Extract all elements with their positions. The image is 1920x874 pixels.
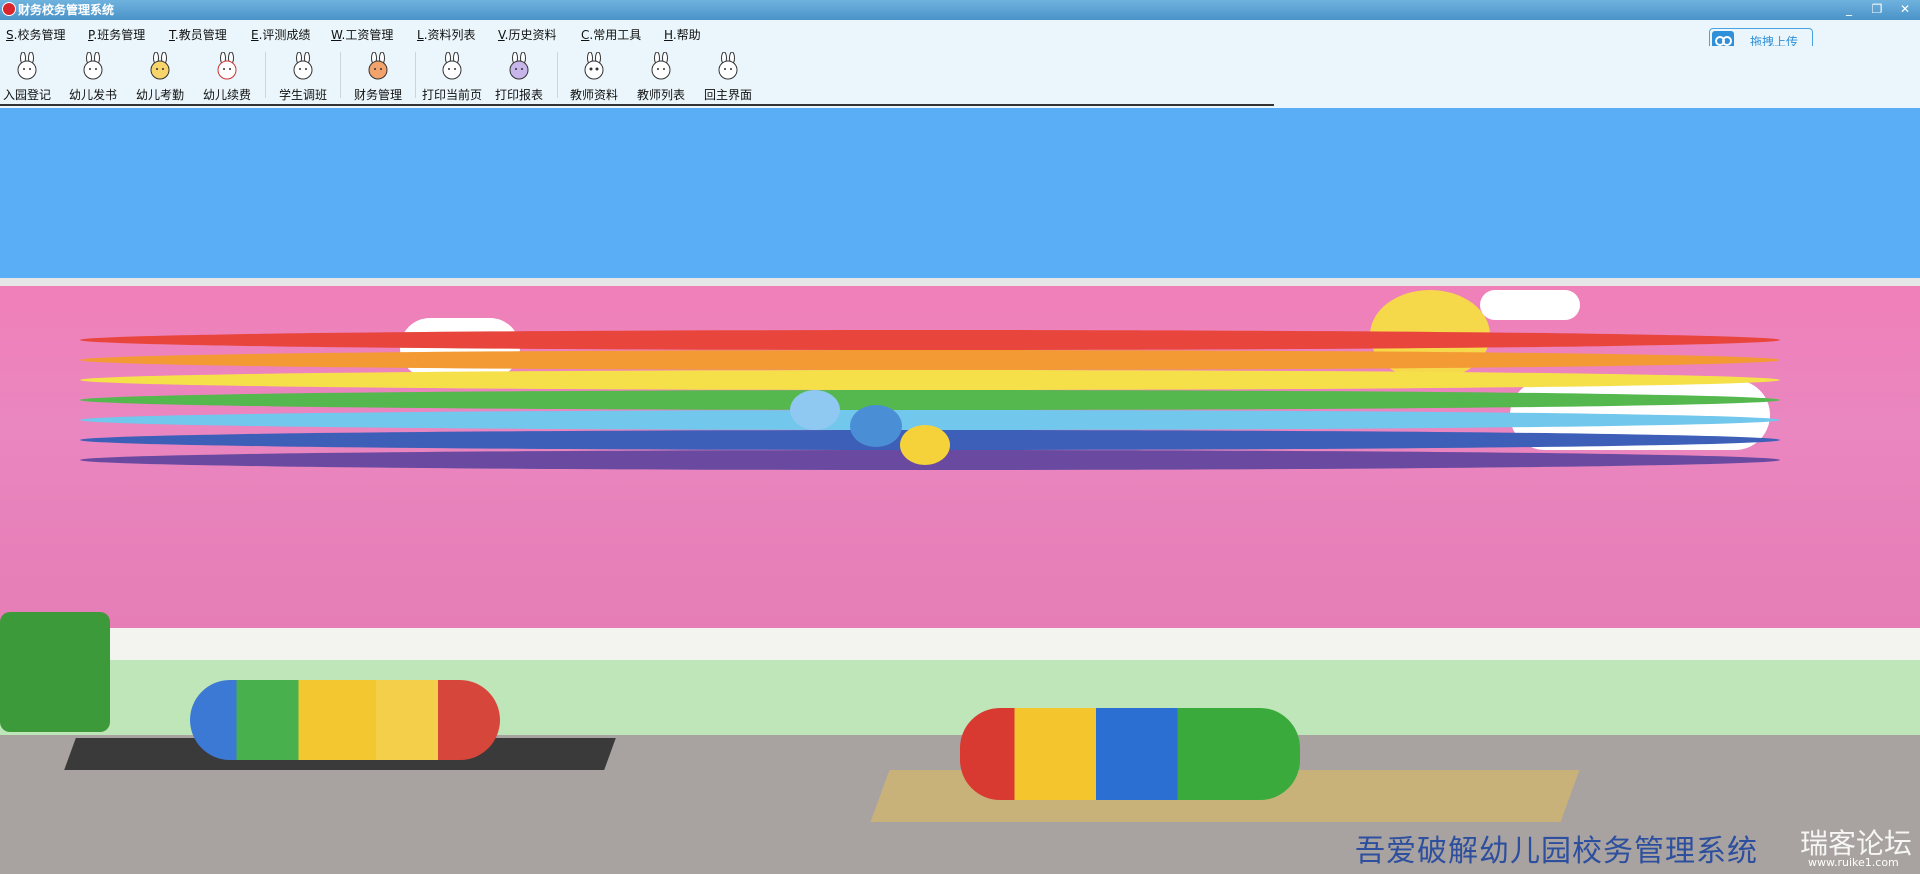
menu-bar: S.校务管理 P.班务管理 T.教员管理 E.评测成绩 W.工资管理 L.资料列… (0, 20, 1920, 46)
tool-label: 幼儿发书 (68, 88, 117, 102)
tool-label: 幼儿考勤 (135, 88, 184, 102)
rabbit-icon (584, 52, 604, 80)
toolbar-divider (0, 104, 1274, 106)
tool-label: 财务管理 (353, 88, 402, 102)
menu-key: H (664, 28, 673, 42)
background-sky (0, 110, 1920, 278)
menu-label: .常用工具 (589, 28, 642, 42)
title-bar: 财务校务管理系统 _ ❐ ✕ (0, 0, 1920, 20)
menu-data-list[interactable]: L.资料列表 (417, 26, 476, 43)
rabbit-icon (651, 52, 671, 80)
print-report-button[interactable]: 打印报表 (486, 50, 552, 102)
watermark-text: 吾爱破解幼儿园校务管理系统 (1355, 834, 1758, 869)
minimize-icon[interactable]: _ (1840, 0, 1858, 18)
menu-help[interactable]: H.帮助 (664, 26, 701, 43)
rabbit-icon (150, 52, 170, 80)
menu-tools[interactable]: C.常用工具 (581, 26, 641, 43)
rabbit-icon (293, 52, 313, 80)
enroll-button[interactable]: 入园登记 (0, 50, 60, 102)
print-page-button[interactable]: 打印当前页 (419, 50, 485, 102)
window-controls: _ ❐ ✕ (1840, 0, 1914, 18)
rabbit-icon (509, 52, 529, 80)
menu-teacher[interactable]: T.教员管理 (169, 26, 227, 43)
mural-edge (0, 278, 1920, 286)
caterpillar-tunnel-toy (190, 680, 500, 760)
menu-label: .班务管理 (93, 28, 146, 42)
menu-label: .教员管理 (174, 28, 227, 42)
finance-button[interactable]: 财务管理 (345, 50, 411, 102)
rainbow-band (80, 330, 1780, 350)
slide-toy (0, 612, 110, 732)
rabbit-icon (718, 52, 738, 80)
toolbar-separator (340, 52, 341, 98)
rabbit-icon (83, 52, 103, 80)
teacher-info-button[interactable]: 教师资料 (561, 50, 627, 102)
menu-salary[interactable]: W.工资管理 (331, 26, 393, 43)
menu-key: L (417, 28, 424, 42)
teacher-list-button[interactable]: 教师列表 (628, 50, 694, 102)
rabbit-icon (442, 52, 462, 80)
rabbit-icon (217, 52, 237, 80)
menu-label: .历史资料 (504, 28, 557, 42)
menu-evaluation[interactable]: E.评测成绩 (251, 26, 310, 43)
toolbar-separator (265, 52, 266, 98)
app-icon (2, 2, 16, 16)
tool-label: 学生调班 (278, 88, 327, 102)
rainbow-band (80, 390, 1780, 410)
menu-key: W (331, 28, 342, 42)
menu-label: .评测成绩 (258, 28, 311, 42)
menu-key: S (6, 28, 14, 42)
attendance-button[interactable]: 幼儿考勤 (127, 50, 193, 102)
menu-label: .校务管理 (13, 28, 66, 42)
menu-label: .帮助 (672, 28, 701, 42)
menu-history[interactable]: V.历史资料 (498, 26, 557, 43)
book-distribution-button[interactable]: 幼儿发书 (60, 50, 126, 102)
menu-school[interactable]: S.校务管理 (6, 26, 65, 43)
home-button[interactable]: 回主界面 (695, 50, 761, 102)
rabbit-icon (17, 52, 37, 80)
balloon-illustration (790, 390, 840, 430)
forum-url: www.ruike1.com (1808, 856, 1899, 869)
balloon-illustration (850, 405, 902, 447)
tool-label: 幼儿续费 (202, 88, 251, 102)
tool-label: 入园登记 (2, 88, 51, 102)
menu-label: .工资管理 (341, 28, 394, 42)
tool-label: 打印报表 (494, 88, 543, 102)
tool-label: 打印当前页 (421, 88, 482, 102)
rainbow-band (80, 350, 1780, 370)
toolbar-separator (557, 52, 558, 98)
rabbit-icon (368, 52, 388, 80)
menu-label: .资料列表 (423, 28, 476, 42)
toolbar-separator (415, 52, 416, 98)
change-class-button[interactable]: 学生调班 (270, 50, 336, 102)
tool-label: 教师资料 (569, 88, 618, 102)
menu-key: E (251, 28, 259, 42)
caterpillar-tunnel-toy (960, 708, 1300, 800)
menu-key: V (498, 28, 505, 42)
maximize-icon[interactable]: ❐ (1868, 0, 1886, 18)
close-icon[interactable]: ✕ (1896, 0, 1914, 18)
window-title: 财务校务管理系统 (18, 3, 115, 17)
menu-class[interactable]: P.班务管理 (88, 26, 145, 43)
tool-label: 教师列表 (636, 88, 685, 102)
cloud-illustration (1480, 290, 1580, 320)
rainbow-band (80, 370, 1780, 390)
renewal-button[interactable]: 幼儿续费 (194, 50, 260, 102)
balloon-illustration (900, 425, 950, 465)
tool-label: 回主界面 (703, 88, 752, 102)
